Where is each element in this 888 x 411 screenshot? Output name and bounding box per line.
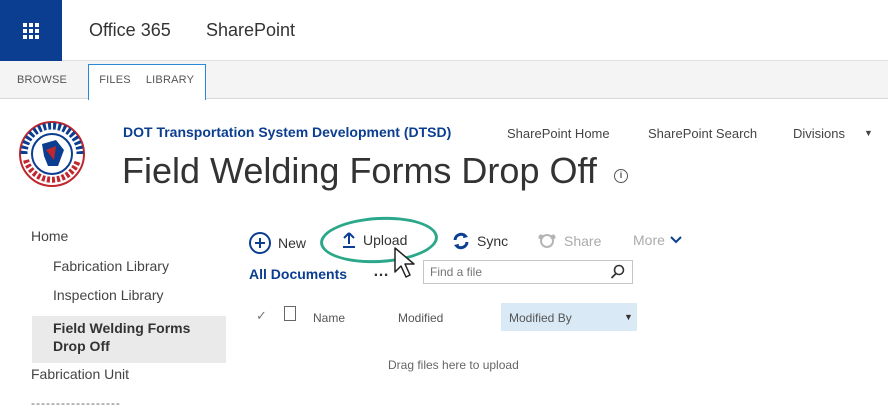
ribbon-tabs: BROWSE FILES LIBRARY (0, 61, 888, 100)
column-header-modified[interactable]: Modified (398, 311, 443, 325)
file-type-icon (284, 306, 296, 321)
tab-browse[interactable]: BROWSE (12, 61, 72, 99)
search-icon[interactable] (610, 264, 626, 280)
sync-button-label: Sync (477, 233, 509, 249)
view-options-ellipsis[interactable]: … (373, 263, 390, 281)
wisconsin-dot-logo[interactable] (18, 120, 86, 188)
tab-library[interactable]: LIBRARY (140, 61, 200, 99)
empty-drop-zone-text: Drag files here to upload (388, 358, 519, 372)
column-header-name[interactable]: Name (313, 311, 345, 325)
sharepoint-link[interactable]: SharePoint (206, 20, 295, 41)
more-button[interactable]: More (633, 232, 682, 248)
sync-icon (453, 232, 469, 250)
info-icon[interactable]: i (614, 169, 628, 183)
page-title: Field Welding Forms Drop Off (122, 150, 597, 191)
upload-arrow-icon (343, 232, 355, 248)
nav-item-field-welding-forms[interactable]: Field Welding Forms Drop Off (53, 319, 223, 355)
nav-item-inspection-library[interactable]: Inspection Library (53, 287, 164, 303)
suite-bar: Office 365 SharePoint (0, 0, 888, 61)
find-file-search-box[interactable] (423, 260, 633, 284)
site-title-link[interactable]: DOT Transportation System Development (D… (123, 124, 451, 140)
app-launcher-button[interactable] (0, 0, 62, 61)
waffle-icon (23, 22, 39, 39)
topnav-sharepoint-home[interactable]: SharePoint Home (507, 126, 610, 141)
new-button-label: New (278, 235, 307, 251)
view-all-documents[interactable]: All Documents (249, 266, 347, 282)
share-button-label: Share (564, 233, 602, 249)
tab-files[interactable]: FILES (98, 61, 132, 99)
find-file-input[interactable] (430, 265, 600, 279)
plus-circle-icon (249, 232, 271, 254)
select-all-check-icon[interactable]: ✓ (256, 308, 267, 324)
chevron-down-icon (670, 236, 682, 244)
mouse-cursor-icon (394, 247, 415, 278)
topnav-sharepoint-search[interactable]: SharePoint Search (648, 126, 757, 141)
share-button[interactable]: Share (537, 232, 601, 250)
nav-separator: ------------------ (31, 396, 121, 410)
chevron-down-icon[interactable]: ▼ (864, 128, 873, 138)
nav-item-fabrication-unit[interactable]: Fabrication Unit (31, 366, 129, 382)
nav-item-home[interactable]: Home (31, 228, 68, 244)
nav-item-fabrication-library[interactable]: Fabrication Library (53, 258, 169, 274)
column-dropdown-caret-icon[interactable]: ▼ (624, 312, 633, 322)
more-button-label: More (633, 232, 665, 248)
topnav-divisions[interactable]: Divisions (793, 126, 845, 141)
share-icon (538, 234, 556, 248)
new-button[interactable]: New (249, 232, 306, 254)
office365-link[interactable]: Office 365 (89, 20, 171, 41)
sync-button[interactable]: Sync (452, 232, 508, 250)
column-header-modified-by[interactable]: Modified By (509, 311, 572, 325)
